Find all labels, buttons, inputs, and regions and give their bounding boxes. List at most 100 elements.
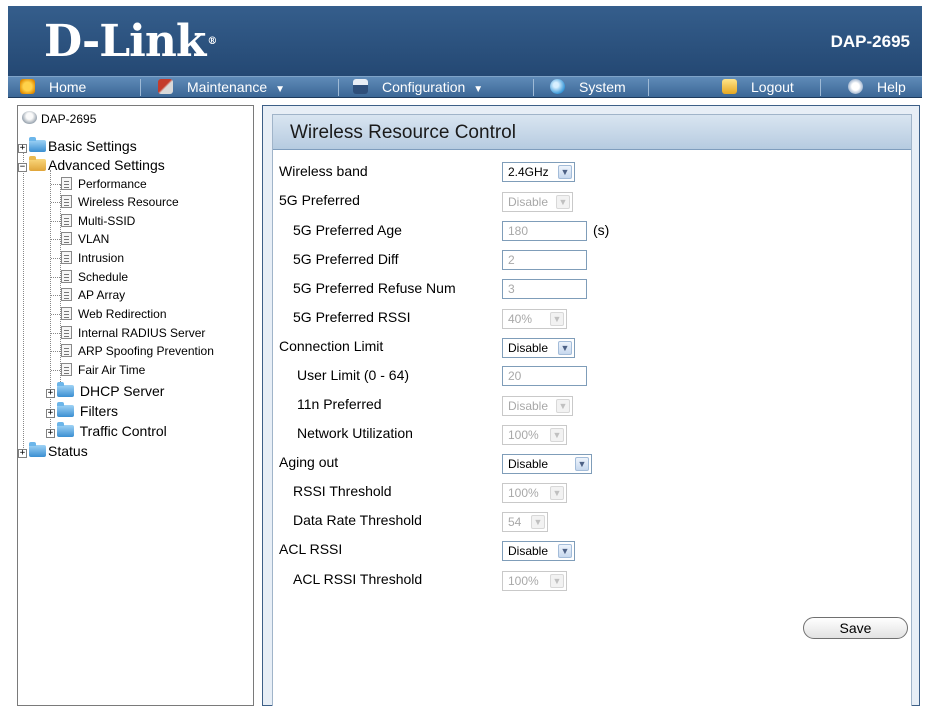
5g-preferred-age-input[interactable]: 180 <box>502 221 587 241</box>
connection-limit-value: Disable <box>508 341 549 355</box>
acl-rssi-value: Disable <box>508 544 549 558</box>
tree-basic-settings[interactable]: + Basic Settings <box>18 137 137 154</box>
5g-preferred-refuse-input[interactable]: 3 <box>502 279 587 299</box>
acl-rssi-label: ACL RSSI <box>279 541 343 557</box>
connection-limit-label: Connection Limit <box>279 338 384 354</box>
chevron-down-icon: ▼ <box>558 544 572 558</box>
content-frame: Wireless Resource Control Wireless band … <box>262 105 920 706</box>
tree-item-multi-ssid[interactable]: Multi-SSID <box>51 214 135 228</box>
tree-root-label: DAP-2695 <box>41 112 97 126</box>
menu-bar: Home Maintenance ▼ Configuration ▼ System … <box>8 76 922 98</box>
expand-icon[interactable]: + <box>18 144 27 153</box>
tree-advanced-settings[interactable]: − Advanced Settings <box>18 156 165 173</box>
5g-preferred-diff-input[interactable]: 2 <box>502 250 587 270</box>
tree-item-arp-spoofing[interactable]: ARP Spoofing Prevention <box>51 344 214 358</box>
5g-preferred-rssi-select[interactable]: 40% ▼ <box>502 309 567 329</box>
chevron-down-icon: ▼ <box>531 515 545 529</box>
menu-home[interactable]: Home <box>20 77 86 98</box>
11n-preferred-select[interactable]: Disable ▼ <box>502 396 573 416</box>
tree-item-intrusion[interactable]: Intrusion <box>51 251 124 265</box>
chevron-down-icon: ▼ <box>556 195 570 209</box>
chevron-down-icon: ▼ <box>556 399 570 413</box>
tree-item-schedule[interactable]: Schedule <box>51 270 128 284</box>
page-icon <box>61 251 72 264</box>
data-rate-threshold-select[interactable]: 54 ▼ <box>502 512 548 532</box>
tree-item-internal-radius[interactable]: Internal RADIUS Server <box>51 326 205 340</box>
chevron-down-icon: ▼ <box>550 574 564 588</box>
5g-preferred-age-label: 5G Preferred Age <box>293 222 402 238</box>
tree-traffic-control-label: Traffic Control <box>79 423 167 439</box>
tree-item-web-redirection[interactable]: Web Redirection <box>51 307 167 321</box>
chevron-down-icon: ▼ <box>550 486 564 500</box>
tree-root[interactable]: DAP-2695 <box>22 111 96 127</box>
acl-rssi-threshold-label: ACL RSSI Threshold <box>293 571 423 587</box>
5g-preferred-value: Disable <box>508 195 549 209</box>
menu-help[interactable]: Help <box>848 77 906 98</box>
menu-system[interactable]: System <box>550 77 626 98</box>
connection-limit-select[interactable]: Disable ▼ <box>502 338 575 358</box>
aging-out-select[interactable]: Disable ▼ <box>502 454 592 474</box>
wireless-band-select[interactable]: 2.4GHz ▼ <box>502 162 575 182</box>
tree-dhcp-server[interactable]: + DHCP Server <box>46 382 165 399</box>
tree-item-label: Wireless Resource <box>78 195 179 209</box>
tree-filters[interactable]: + Filters <box>46 402 118 419</box>
5g-preferred-select[interactable]: Disable ▼ <box>502 192 573 212</box>
tree-item-label: Web Redirection <box>78 307 167 321</box>
acl-rssi-select[interactable]: Disable ▼ <box>502 541 575 561</box>
tree-item-wireless-resource[interactable]: Wireless Resource <box>51 195 179 209</box>
rssi-threshold-select[interactable]: 100% ▼ <box>502 483 567 503</box>
expand-icon[interactable]: + <box>18 449 27 458</box>
chevron-down-icon: ▼ <box>558 165 572 179</box>
expand-icon[interactable]: + <box>46 429 55 438</box>
collapse-icon[interactable]: − <box>18 163 27 172</box>
tree-item-ap-array[interactable]: AP Array <box>51 288 125 302</box>
settings-panel: Wireless Resource Control Wireless band … <box>272 114 912 706</box>
menu-maintenance[interactable]: Maintenance ▼ <box>158 77 285 98</box>
tools-icon <box>158 79 173 94</box>
chevron-down-icon: ▼ <box>473 84 484 95</box>
expand-icon[interactable]: + <box>46 409 55 418</box>
tree-item-vlan[interactable]: VLAN <box>51 232 109 246</box>
navigation-tree: DAP-2695 + Basic Settings − Advanced Setti… <box>17 105 254 706</box>
folder-icon <box>57 422 74 437</box>
acl-rssi-threshold-select[interactable]: 100% ▼ <box>502 571 567 591</box>
menu-maintenance-label: Maintenance <box>187 79 268 95</box>
data-rate-threshold-value: 54 <box>508 515 522 529</box>
tree-dhcp-server-label: DHCP Server <box>79 383 165 399</box>
network-utilization-label: Network Utilization <box>297 425 413 441</box>
user-limit-input[interactable]: 20 <box>502 366 587 386</box>
folder-icon <box>29 137 46 152</box>
globe-icon <box>550 79 565 94</box>
tree-item-fair-air-time[interactable]: Fair Air Time <box>51 363 145 377</box>
chevron-down-icon: ▼ <box>550 428 564 442</box>
page-icon <box>61 288 72 301</box>
chevron-down-icon: ▼ <box>550 312 564 326</box>
tree-item-label: ARP Spoofing Prevention <box>78 344 214 358</box>
5g-preferred-age-unit: (s) <box>593 222 610 238</box>
rssi-threshold-label: RSSI Threshold <box>293 483 392 499</box>
user-limit-label: User Limit (0 - 64) <box>297 367 410 383</box>
menu-configuration[interactable]: Configuration ▼ <box>353 77 483 98</box>
data-rate-threshold-label: Data Rate Threshold <box>293 512 422 528</box>
page-icon <box>61 232 72 245</box>
page-icon <box>61 344 72 357</box>
5g-preferred-refuse-label: 5G Preferred Refuse Num <box>293 280 456 296</box>
tree-traffic-control[interactable]: + Traffic Control <box>46 422 167 439</box>
page-icon <box>61 214 72 227</box>
menu-logout[interactable]: Logout <box>722 77 794 98</box>
tree-item-label: Performance <box>78 177 147 191</box>
5g-preferred-rssi-label: 5G Preferred RSSI <box>293 309 411 325</box>
aging-out-value: Disable <box>508 457 549 471</box>
chevron-down-icon: ▼ <box>558 341 572 355</box>
11n-preferred-label: 11n Preferred <box>297 396 382 412</box>
5g-preferred-label: 5G Preferred <box>279 192 360 208</box>
folder-icon <box>57 402 74 417</box>
tree-status[interactable]: + Status <box>18 442 88 459</box>
save-button[interactable]: Save <box>803 617 908 639</box>
dlink-logo: D-Link ® <box>44 16 217 67</box>
disk-icon <box>353 79 368 94</box>
tree-item-performance[interactable]: Performance <box>51 177 147 191</box>
expand-icon[interactable]: + <box>46 389 55 398</box>
network-utilization-select[interactable]: 100% ▼ <box>502 425 567 445</box>
model-name: DAP-2695 <box>830 32 910 51</box>
